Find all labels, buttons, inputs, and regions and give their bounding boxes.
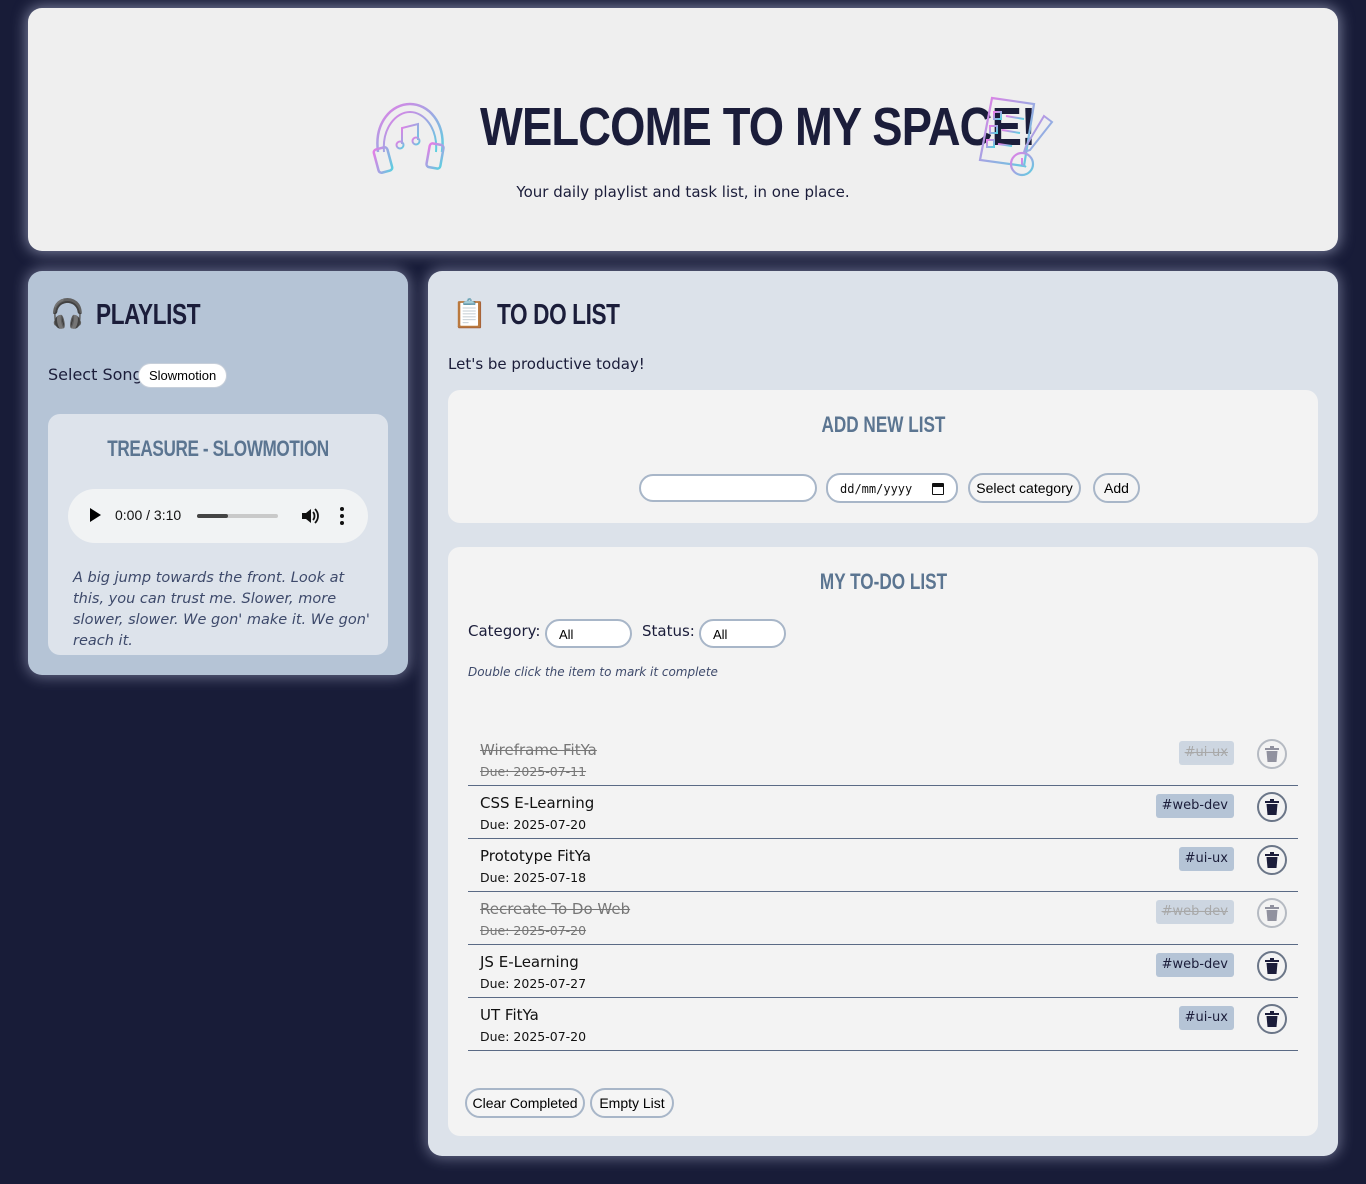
- task-name-input[interactable]: [639, 474, 817, 502]
- task-tag: #ui-ux: [1178, 1006, 1234, 1030]
- add-button[interactable]: Add: [1093, 473, 1140, 503]
- audio-time: 0:00 / 3:10: [115, 507, 182, 523]
- task-name: Wireframe FitYa: [480, 741, 597, 759]
- page-subtitle: Your daily playlist and task list, in on…: [516, 183, 850, 201]
- add-card-title: ADD NEW LIST: [821, 412, 945, 437]
- now-playing-title: TREASURE - SLOWMOTION: [107, 436, 329, 461]
- task-name: JS E-Learning: [480, 953, 579, 971]
- task-tag: #web-dev: [1155, 900, 1234, 924]
- empty-list-button[interactable]: Empty List: [590, 1088, 674, 1118]
- select-song-label: Select Song:: [48, 365, 149, 384]
- header-card: WELCOME TO MY SPACE! Your daily playlist…: [28, 8, 1338, 251]
- list-card-title: MY TO-DO LIST: [819, 569, 947, 594]
- delete-task-button[interactable]: [1257, 1004, 1287, 1034]
- delete-task-button[interactable]: [1257, 739, 1287, 769]
- task-due: Due: 2025-07-20: [480, 817, 587, 832]
- task-tag: #web-dev: [1155, 794, 1234, 818]
- status-filter-label: Status:: [642, 622, 695, 640]
- clipboard-emoji-icon: 📋: [452, 297, 487, 330]
- task-list: Wireframe FitYa Due: 2025-07-11 #ui-ux C…: [468, 733, 1298, 1051]
- delete-task-button[interactable]: [1257, 792, 1287, 822]
- page-title: WELCOME TO MY SPACE!: [480, 97, 1036, 157]
- trash-icon: [1265, 746, 1279, 762]
- task-item[interactable]: Prototype FitYa Due: 2025-07-18 #ui-ux: [468, 839, 1298, 892]
- task-item[interactable]: Recreate To Do Web Due: 2025-07-20 #web-…: [468, 892, 1298, 945]
- song-card: TREASURE - SLOWMOTION 0:00 / 3:10 A big …: [48, 414, 388, 655]
- task-tag: #ui-ux: [1178, 741, 1234, 765]
- task-due: Due: 2025-07-20: [480, 1029, 587, 1044]
- due-date-input[interactable]: dd/mm/yyyy: [826, 473, 958, 503]
- todo-title: TO DO LIST: [497, 299, 620, 331]
- task-clipboard-icon: [978, 96, 1054, 177]
- volume-icon[interactable]: [300, 506, 320, 526]
- trash-icon: [1265, 852, 1279, 868]
- delete-task-button[interactable]: [1257, 845, 1287, 875]
- headphones-icon: [372, 102, 445, 174]
- task-tag: #ui-ux: [1178, 847, 1234, 871]
- hint-text: Double click the item to mark it complet…: [468, 665, 718, 679]
- task-name: Prototype FitYa: [480, 847, 592, 865]
- todo-panel: 📋 TO DO LIST Let's be productive today! …: [428, 271, 1338, 1156]
- song-lyric: A big jump towards the front. Look at th…: [73, 570, 370, 649]
- my-todo-list-card: MY TO-DO LIST Category: All Status: All …: [448, 547, 1318, 1136]
- task-item[interactable]: UT FitYa Due: 2025-07-20 #ui-ux: [468, 998, 1298, 1051]
- playlist-title: PLAYLIST: [96, 299, 201, 331]
- audio-progress-fill: [197, 514, 228, 518]
- clear-completed-button[interactable]: Clear Completed: [465, 1088, 585, 1118]
- task-due: Due: 2025-07-18: [480, 870, 587, 885]
- trash-icon: [1265, 1011, 1279, 1027]
- add-new-list-card: ADD NEW LIST dd/mm/yyyy Select category …: [448, 390, 1318, 523]
- trash-icon: [1265, 799, 1279, 815]
- task-item[interactable]: JS E-Learning Due: 2025-07-27 #web-dev: [468, 945, 1298, 998]
- status-filter-select[interactable]: All: [699, 619, 786, 648]
- trash-icon: [1265, 958, 1279, 974]
- play-button[interactable]: [90, 508, 101, 522]
- audio-player: 0:00 / 3:10: [68, 489, 368, 543]
- task-item[interactable]: CSS E-Learning Due: 2025-07-20 #web-dev: [468, 786, 1298, 839]
- playlist-panel: 🎧 PLAYLIST Select Song: Slowmotion TREAS…: [28, 271, 408, 675]
- delete-task-button[interactable]: [1257, 898, 1287, 928]
- trash-icon: [1265, 905, 1279, 921]
- task-due: Due: 2025-07-27: [480, 976, 587, 991]
- todo-subtitle: Let's be productive today!: [448, 355, 645, 373]
- task-name: Recreate To Do Web: [480, 900, 631, 918]
- delete-task-button[interactable]: [1257, 951, 1287, 981]
- calendar-icon[interactable]: [932, 483, 944, 495]
- category-filter-label: Category:: [468, 622, 541, 640]
- audio-seek-bar[interactable]: [197, 514, 278, 518]
- task-tag: #web-dev: [1155, 953, 1234, 977]
- task-due: Due: 2025-07-20: [480, 923, 587, 938]
- task-due: Due: 2025-07-11: [480, 764, 587, 779]
- more-options-icon[interactable]: [338, 506, 346, 526]
- headphones-emoji-icon: 🎧: [50, 297, 85, 330]
- song-select[interactable]: Slowmotion: [138, 363, 228, 388]
- task-name: CSS E-Learning: [480, 794, 595, 812]
- select-category-button[interactable]: Select category: [968, 473, 1081, 503]
- task-item[interactable]: Wireframe FitYa Due: 2025-07-11 #ui-ux: [468, 733, 1298, 786]
- category-filter-select[interactable]: All: [545, 619, 632, 648]
- date-placeholder: dd/mm/yyyy: [840, 482, 913, 496]
- task-name: UT FitYa: [480, 1006, 539, 1024]
